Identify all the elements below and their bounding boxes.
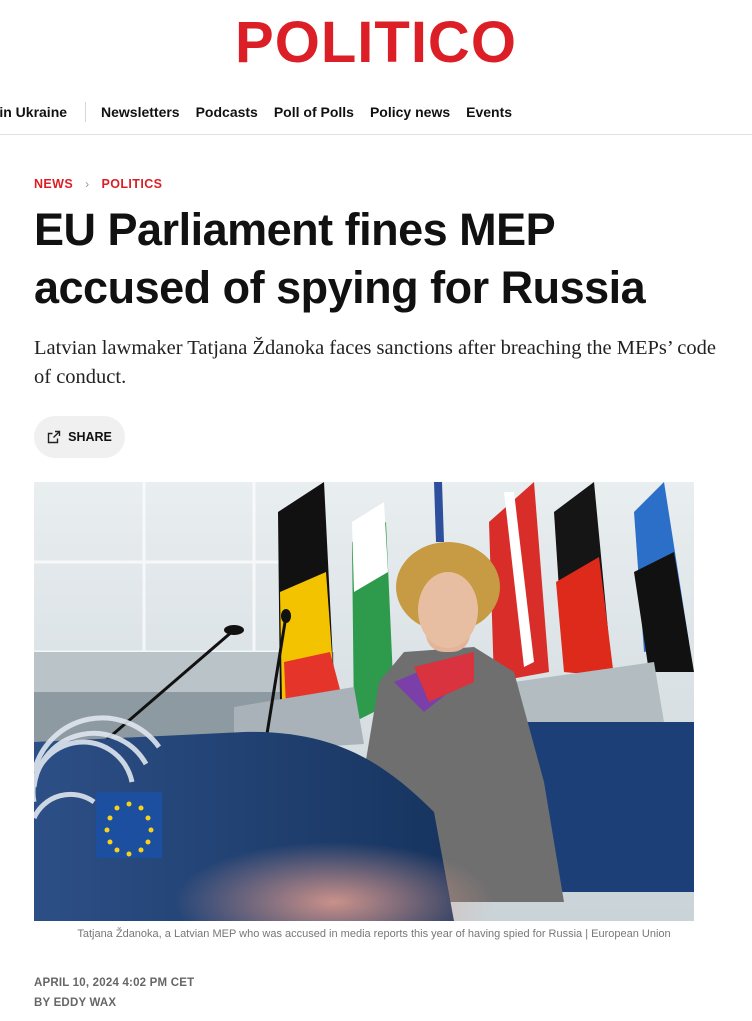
share-label: SHARE xyxy=(68,430,112,444)
breadcrumb: NEWS › POLITICS xyxy=(34,177,162,191)
nav-bottom-rule xyxy=(0,134,752,135)
image-caption: Tatjana Ždanoka, a Latvian MEP who was a… xyxy=(77,928,671,940)
article-hero-image xyxy=(34,482,694,921)
share-external-icon xyxy=(47,430,61,444)
nav-item-war-in-ukraine[interactable]: r in Ukraine xyxy=(0,104,67,120)
article-dek: Latvian lawmaker Tatjana Ždanoka faces s… xyxy=(34,337,716,388)
article-date: APRIL 10, 2024 4:02 PM CET xyxy=(34,977,195,989)
nav-item-events[interactable]: Events xyxy=(466,104,512,120)
article-byline[interactable]: BY EDDY WAX xyxy=(34,997,116,1009)
nav-item-podcasts[interactable]: Podcasts xyxy=(196,104,258,120)
chevron-right-icon: › xyxy=(85,177,90,191)
top-navigation: r in Ukraine Newsletters Podcasts Poll o… xyxy=(0,92,752,132)
nav-item-poll-of-polls[interactable]: Poll of Polls xyxy=(274,104,354,120)
nav-divider xyxy=(85,102,86,122)
article-headline: EU Parliament fines MEP accused of spyin… xyxy=(34,204,646,313)
nav-item-newsletters[interactable]: Newsletters xyxy=(101,104,180,120)
nav-list: Newsletters Podcasts Poll of Polls Polic… xyxy=(101,104,512,120)
politico-logo[interactable]: POLITICO xyxy=(0,13,752,73)
nav-item-policy-news[interactable]: Policy news xyxy=(370,104,450,120)
breadcrumb-politics-link[interactable]: POLITICS xyxy=(102,177,163,191)
breadcrumb-news-link[interactable]: NEWS xyxy=(34,177,73,191)
share-button[interactable]: SHARE xyxy=(34,416,125,458)
